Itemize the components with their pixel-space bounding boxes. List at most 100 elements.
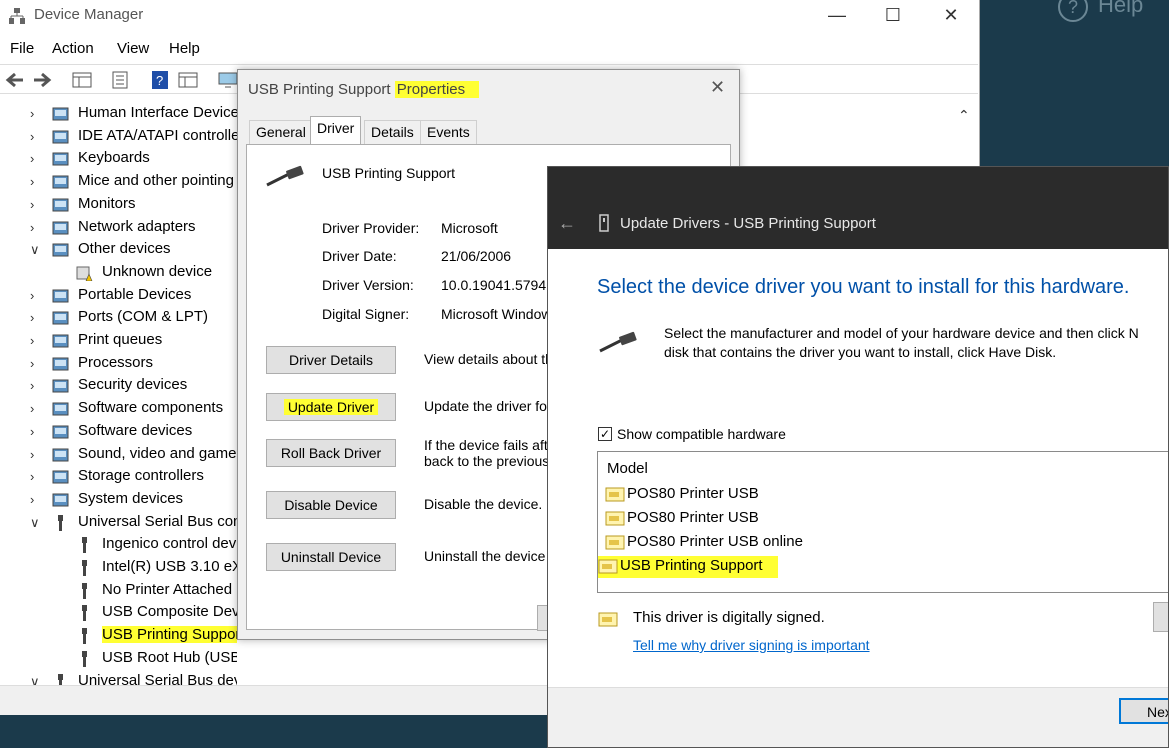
processor-icon [52, 356, 69, 372]
chevron-right-icon[interactable]: › [30, 469, 42, 484]
view-grid-icon[interactable] [178, 71, 198, 89]
help-label[interactable]: Help [1098, 0, 1143, 18]
driver-package-icon [605, 487, 625, 503]
model-list-item[interactable]: USB Printing Support [598, 556, 778, 578]
usb-icon [76, 650, 93, 667]
monitor-scan-icon[interactable] [218, 71, 238, 89]
properties-grid-icon[interactable] [72, 71, 92, 89]
tree-item-label: Storage controllers [78, 467, 204, 485]
next-button[interactable]: Nex [1119, 698, 1168, 724]
keyboard-icon [52, 151, 69, 167]
signed-text: This driver is digitally signed. [633, 609, 825, 626]
minimize-icon[interactable]: — [826, 4, 848, 26]
tree-item-label: Network adapters [78, 217, 196, 235]
chevron-right-icon[interactable]: › [30, 492, 42, 507]
back-arrow-icon[interactable] [5, 71, 25, 89]
instruction-line-1: Select the manufacturer and model of you… [664, 325, 1139, 341]
menu-file[interactable]: File [10, 40, 34, 57]
uninstall-device-button[interactable]: Uninstall Device [266, 543, 396, 571]
chevron-right-icon[interactable]: › [30, 356, 42, 371]
desktop-background [978, 0, 1169, 166]
tab-details[interactable]: Details [364, 120, 421, 144]
security-icon [52, 378, 69, 394]
driver-package-icon [598, 559, 618, 575]
chevron-right-icon[interactable]: › [30, 288, 42, 303]
help-book-icon[interactable]: ? [150, 71, 170, 89]
forward-arrow-icon[interactable] [32, 71, 52, 89]
disable-device-button[interactable]: Disable Device [266, 491, 396, 519]
tree-item-label: IDE ATA/ATAPI controlle [78, 126, 237, 144]
tab-general[interactable]: General [249, 120, 313, 144]
have-disk-button[interactable] [1153, 602, 1168, 632]
tree-item-label: Universal Serial Bus cont [78, 512, 237, 530]
tree-item-label: Sound, video and game [78, 444, 237, 462]
usb-icon [76, 560, 93, 576]
dialog-title-device: USB Printing Support [248, 81, 391, 98]
uninstall-device-button-label: Uninstall Device [280, 549, 382, 565]
tree-item-label: Unknown device [102, 262, 213, 280]
disable-device-button-label: Disable Device [284, 497, 378, 513]
chevron-right-icon[interactable]: › [30, 424, 42, 439]
chevron-right-icon[interactable]: › [30, 220, 42, 235]
tree-item-label: USB Root Hub (USB 3.0) [102, 648, 237, 666]
chevron-right-icon[interactable]: › [30, 174, 42, 189]
usb-icon [76, 537, 93, 554]
tab-events[interactable]: Events [420, 120, 477, 144]
network-icon [52, 220, 69, 236]
chevron-right-icon[interactable]: › [30, 310, 42, 325]
tab-driver[interactable]: Driver [310, 116, 362, 145]
tree-item-label: Universal Serial Bus devices [78, 671, 237, 686]
update-driver-button[interactable]: Update Driver [266, 393, 396, 421]
tree-item-label: Mice and other pointing [78, 172, 234, 190]
port-icon [52, 310, 69, 326]
chevron-right-icon[interactable]: › [30, 378, 42, 393]
menu-bar: File Action View Help [0, 36, 978, 62]
monitor-icon [52, 197, 69, 213]
back-arrow-icon[interactable]: ← [558, 213, 576, 234]
usb-icon [52, 514, 69, 531]
show-compatible-checkbox[interactable]: ✓ [598, 427, 612, 441]
driver-signing-link[interactable]: Tell me why driver signing is important [633, 637, 870, 653]
maximize-icon[interactable]: ☐ [882, 4, 904, 26]
close-icon[interactable]: ✕ [940, 4, 962, 26]
unknown-device-icon [76, 265, 93, 282]
chevron-down-icon[interactable]: ∨ [30, 242, 42, 258]
portable-icon [52, 288, 69, 304]
driver-provider-label: Driver Provider: [322, 220, 420, 236]
driver-version-label: Driver Version: [322, 277, 414, 293]
menu-help[interactable]: Help [169, 40, 200, 57]
device-manager-icon [9, 8, 25, 24]
scroll-up-icon[interactable]: ⌃ [958, 107, 970, 124]
close-icon[interactable]: ✕ [710, 77, 725, 98]
chevron-right-icon[interactable]: › [30, 151, 42, 166]
ide-icon [52, 129, 69, 145]
device-name: USB Printing Support [322, 165, 456, 181]
tree-item-label: Processors [78, 353, 154, 371]
chevron-right-icon[interactable]: › [30, 197, 42, 212]
tree-item-label: Portable Devices [78, 285, 192, 303]
chevron-right-icon[interactable]: › [30, 447, 42, 462]
driver-details-button[interactable]: Driver Details [266, 346, 396, 374]
model-list[interactable]: Model POS80 Printer USB POS80 Printer USB… [597, 451, 1168, 593]
chevron-down-icon[interactable]: ∨ [30, 515, 42, 531]
roll-back-driver-button-label: Roll Back Driver [280, 445, 382, 461]
chevron-right-icon[interactable]: › [30, 401, 42, 416]
chevron-down-icon[interactable]: ∨ [30, 674, 42, 686]
tree-item-label: Intel(R) USB 3.10 eXt [102, 558, 237, 575]
tree-item-label: Software components [78, 399, 224, 417]
chevron-right-icon[interactable]: › [30, 333, 42, 348]
menu-view[interactable]: View [117, 40, 149, 57]
chevron-right-icon[interactable]: › [30, 129, 42, 144]
hid-icon [52, 106, 69, 122]
software-device-icon [52, 424, 69, 440]
chevron-right-icon[interactable]: › [30, 106, 42, 121]
menu-action[interactable]: Action [52, 40, 94, 57]
tree-item-label: Ingenico control dev [102, 535, 237, 553]
driver-provider-value: Microsoft [441, 220, 498, 236]
dialog-title-properties: Properties [394, 81, 480, 98]
roll-back-driver-button[interactable]: Roll Back Driver [266, 439, 396, 467]
model-list-item-label: USB Printing Support [620, 557, 775, 574]
document-icon[interactable] [110, 71, 130, 89]
show-compatible-label[interactable]: Show compatible hardware [617, 426, 786, 442]
signed-driver-icon [598, 612, 618, 627]
